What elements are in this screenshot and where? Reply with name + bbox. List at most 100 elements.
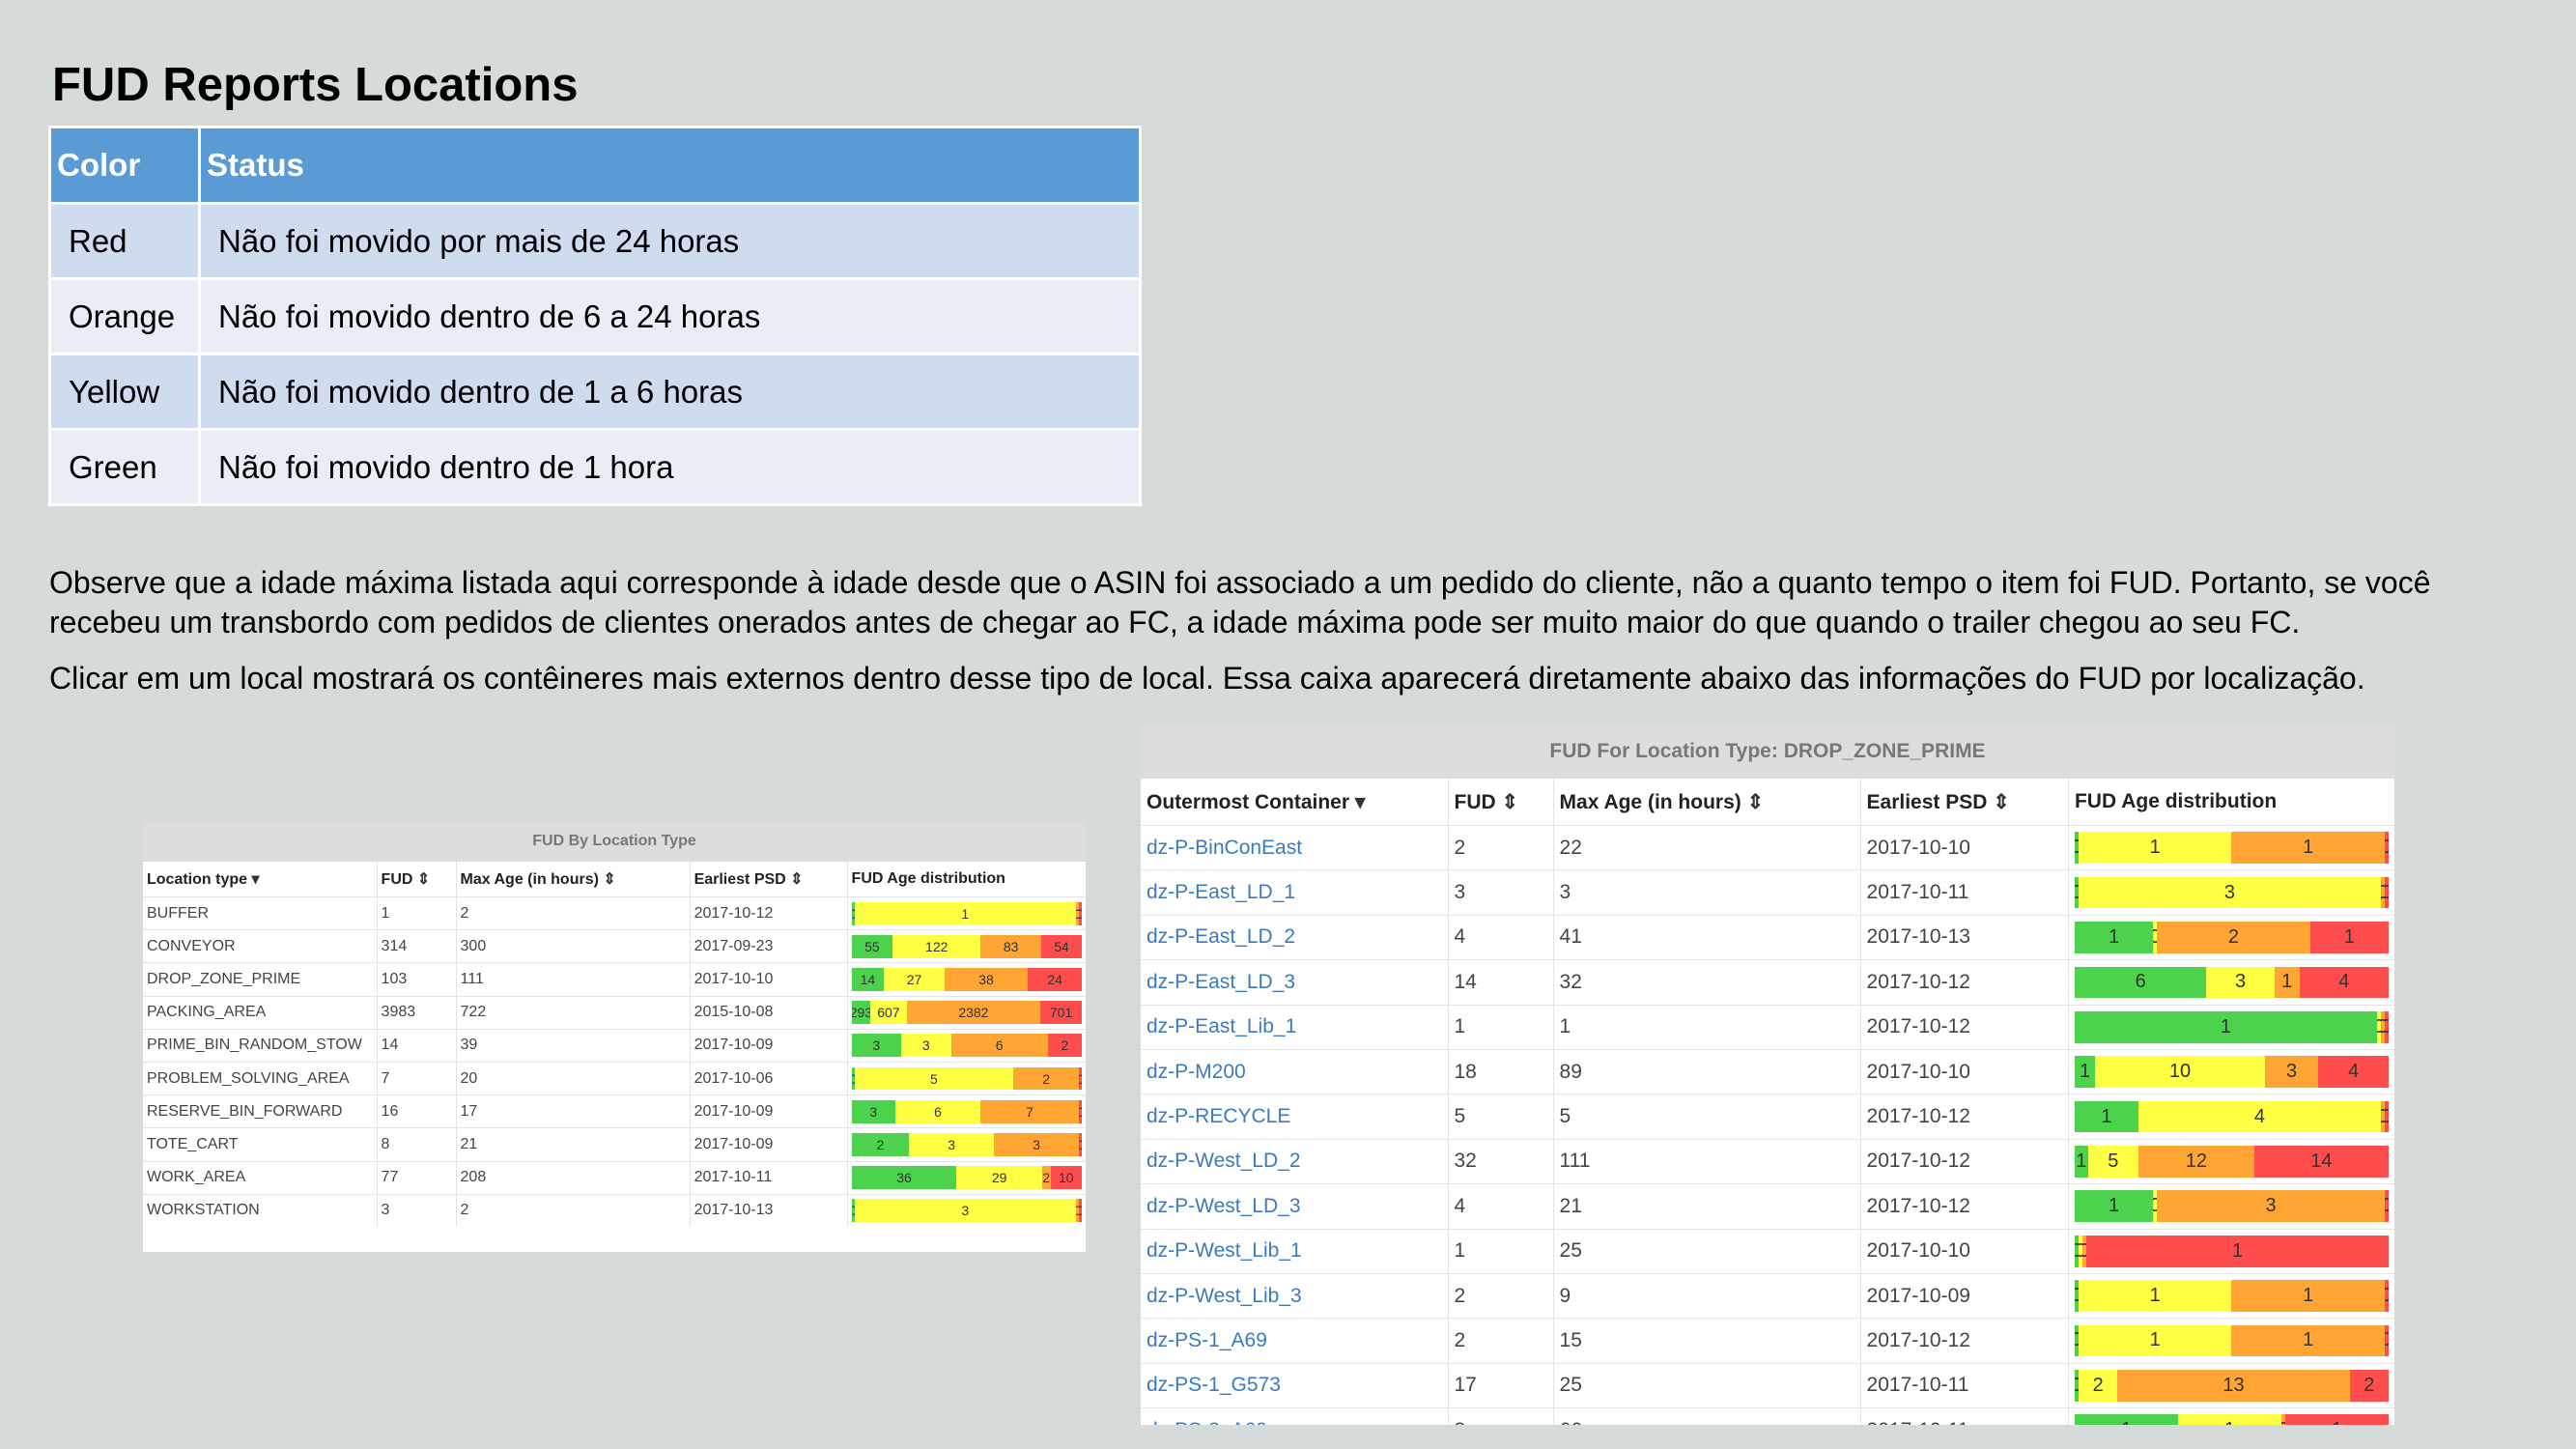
container-link[interactable]: dz-P-West_LD_3 <box>1141 1184 1448 1229</box>
table-row[interactable]: dz-P-East_Lib_1112017-10-121000 <box>1141 1005 2394 1050</box>
fud-age-distribution-bar: 2936072382701 <box>851 1001 1082 1025</box>
column-header-label: FUD Age distribution <box>2074 790 2278 812</box>
fud-count-cell: 3 <box>376 1194 457 1227</box>
table-row[interactable]: DROP_ZONE_PRIME 103 111 2017-10-10 14 27 38 24 <box>143 962 1086 997</box>
container-link[interactable]: dz-P-West_LD_2 <box>1141 1139 1448 1183</box>
distribution-segment-green: 1 <box>2074 1010 2377 1043</box>
table-row[interactable]: dz-P-RECYCLE552017-10-121400 <box>1141 1094 2394 1140</box>
table-row[interactable]: dz-PS-2_A693662017-10-11 1101 <box>1141 1407 2394 1425</box>
table-row[interactable]: PRIME_BIN_RANDOM_STOW 14 39 2017-10-09 3 3 6 2 <box>143 1029 1086 1063</box>
fud-age-distribution-bar: 3670 <box>851 1099 1083 1123</box>
distribution-segment-red: 0 <box>1079 1132 1083 1156</box>
table-row[interactable]: CONVEYOR 314 300 2017-09-23 55 122 83 54 <box>143 929 1086 963</box>
max-age-cell: 17 <box>455 1094 691 1128</box>
distribution-segment-yellow: 122 <box>892 934 981 958</box>
table-row[interactable]: WORK_AREA 77 208 2017-10-11 36 29 2 10 <box>143 1161 1086 1195</box>
legend-row: Yellow Não foi movido dentro de 1 a 6 ho… <box>48 353 1142 431</box>
container-link[interactable]: dz-P-RECYCLE <box>1141 1094 1448 1139</box>
table-row[interactable]: BUFFER122017-10-120100 <box>143 896 1086 930</box>
sort-icon[interactable]: ⇕ <box>417 871 430 888</box>
earliest-psd-cell: 2017-09-23 <box>689 929 848 963</box>
distribution-segment-red: 1 <box>2285 1414 2389 1425</box>
distribution-segment-yellow: 3 <box>2079 876 2381 909</box>
sort-icon[interactable]: ⇕ <box>1502 791 1519 813</box>
legend-status: Não foi movido dentro de 1 a 6 horas <box>198 353 1142 431</box>
distribution-segment-green: 1 <box>2074 1190 2154 1223</box>
table-row[interactable]: dz-P-West_Lib_3292017-10-090110 <box>1141 1273 2394 1319</box>
table-row[interactable]: dz-P-West_LD_2 32 111 2017-10-12 1 5 12 14 <box>1141 1139 2394 1184</box>
container-link[interactable]: dz-PS-2_A69 <box>1141 1408 1448 1425</box>
fud-age-distribution-cell: 0300 <box>846 1194 1086 1227</box>
container-link[interactable]: dz-P-West_Lib_1 <box>1141 1229 1448 1273</box>
distribution-segment-red: 0 <box>1079 901 1083 925</box>
table-row[interactable]: dz-P-M200 18 89 2017-10-10 1 10 3 4 <box>1141 1049 2394 1094</box>
table-row[interactable]: PROBLEM_SOLVING_AREA7202017-10-060520 <box>143 1062 1086 1095</box>
table-row[interactable]: dz-P-East_LD_3 14 32 2017-10-12 6 3 1 4 <box>1141 959 2394 1006</box>
fud-age-distribution-cell: 0110 <box>2067 825 2394 870</box>
fud-count-cell: 7 <box>376 1062 457 1095</box>
column-header[interactable]: Earliest PSD ⇕ <box>1859 779 2069 826</box>
container-link[interactable]: dz-PS-1_A69 <box>1141 1319 1448 1363</box>
fud-age-distribution-cell: 3362 <box>846 1029 1086 1063</box>
table-row[interactable]: dz-P-East_LD_1332017-10-110300 <box>1141 869 2394 916</box>
column-header[interactable]: FUD ⇕ <box>1447 779 1554 826</box>
fud-age-distribution-bar: 1021 <box>2074 922 2389 953</box>
container-link[interactable]: dz-PS-1_G573 <box>1141 1363 1448 1407</box>
table-row[interactable]: WORKSTATION322017-10-130300 <box>143 1194 1086 1227</box>
container-link[interactable]: dz-P-East_LD_1 <box>1141 870 1448 915</box>
max-age-cell: 25 <box>1552 1229 1861 1274</box>
fud-count-cell: 14 <box>1447 959 1554 1006</box>
container-link[interactable]: dz-P-BinConEast <box>1141 826 1448 870</box>
container-link[interactable]: dz-P-M200 <box>1141 1049 1448 1094</box>
fud-age-distribution-bar: 0110 <box>2074 1280 2389 1312</box>
table-row[interactable]: dz-P-East_LD_24412017-10-131021 <box>1141 915 2394 960</box>
distribution-segment-green: 2 <box>851 1132 910 1156</box>
legend-row: Red Não foi movido por mais de 24 horas <box>48 202 1142 280</box>
earliest-psd-cell: 2017-10-10 <box>1859 1229 2069 1274</box>
fud-age-distribution-cell: 0110 <box>2067 1273 2394 1319</box>
fud-age-distribution-cell: 02132 <box>2067 1363 2394 1408</box>
distribution-segment-green: 1 <box>2074 1414 2178 1425</box>
container-link[interactable]: dz-P-West_Lib_3 <box>1141 1273 1448 1318</box>
table-row[interactable]: dz-P-West_LD_34212017-10-121030 <box>1141 1183 2394 1230</box>
earliest-psd-cell: 2015-10-08 <box>689 996 848 1030</box>
table-row[interactable]: dz-P-West_Lib_11252017-10-100001 <box>1141 1229 2394 1274</box>
table-row[interactable]: dz-P-BinConEast2222017-10-100110 <box>1141 825 2394 870</box>
sort-icon[interactable]: ⇕ <box>790 871 803 888</box>
earliest-psd-cell: 2017-10-12 <box>1859 1139 2069 1184</box>
sort-desc-icon[interactable]: ▾ <box>251 871 259 888</box>
column-header[interactable]: FUD Age distribution <box>846 862 1086 897</box>
column-header[interactable]: Location type ▾ <box>143 862 377 897</box>
max-age-cell: 208 <box>455 1161 691 1195</box>
earliest-psd-cell: 2017-10-11 <box>1859 1363 2069 1408</box>
column-header[interactable]: Max Age (in hours) ⇕ <box>455 862 691 897</box>
fud-count-cell: 3983 <box>376 996 457 1030</box>
distribution-segment-orange: 3 <box>2157 1190 2385 1223</box>
container-link[interactable]: dz-P-East_Lib_1 <box>1141 1005 1448 1049</box>
fud-age-distribution-cell: 1101 <box>2067 1407 2394 1425</box>
max-age-cell: 32 <box>1552 959 1861 1006</box>
column-header[interactable]: FUD ⇕ <box>376 862 457 897</box>
distribution-segment-red: 0 <box>1079 1066 1082 1091</box>
sort-desc-icon[interactable]: ▾ <box>1355 791 1366 813</box>
column-header[interactable]: FUD Age distribution <box>2067 779 2394 826</box>
container-link[interactable]: dz-P-East_LD_3 <box>1141 960 1448 1005</box>
column-header[interactable]: Outermost Container ▾ <box>1141 779 1448 826</box>
location-type-cell: WORKSTATION <box>147 1202 260 1219</box>
sort-icon[interactable]: ⇕ <box>1993 791 2010 813</box>
fud-age-distribution-bar: 0110 <box>2074 832 2389 865</box>
table-row[interactable]: dz-PS-1_A692152017-10-120110 <box>1141 1318 2394 1364</box>
sort-icon[interactable]: ⇕ <box>1747 791 1765 813</box>
table-row[interactable]: RESERVE_BIN_FORWARD 16172017-10-093670 <box>143 1094 1086 1128</box>
table-row[interactable]: TOTE_CART8212017-10-092330 <box>143 1127 1086 1161</box>
table-row[interactable]: dz-PS-1_G57317252017-10-1102132 <box>1141 1363 2394 1408</box>
table-row[interactable]: PACKING_AREA 39837222015-10-0829360723827… <box>143 996 1086 1030</box>
container-link[interactable]: dz-P-East_LD_2 <box>1141 915 1448 959</box>
sort-icon[interactable]: ⇕ <box>603 871 615 888</box>
fud-by-location-type-panel: FUD By Location Type Location type ▾ FUD … <box>143 821 1086 1252</box>
fud-count-cell: 16 <box>376 1094 457 1128</box>
column-header[interactable]: Earliest PSD ⇕ <box>689 862 848 897</box>
column-header[interactable]: Max Age (in hours) ⇕ <box>1552 779 1861 826</box>
distribution-segment-orange: 38 <box>944 968 1029 991</box>
fud-age-distribution-cell: 0520 <box>846 1062 1086 1095</box>
